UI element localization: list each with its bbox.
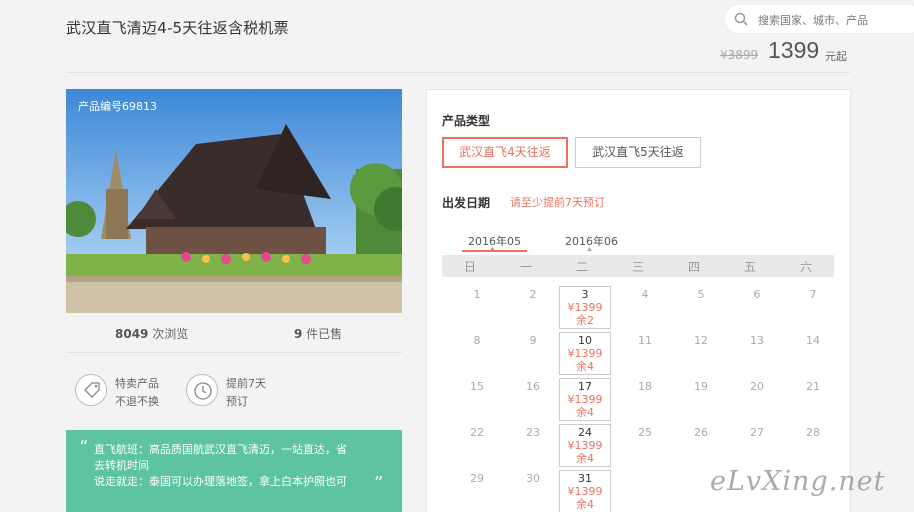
day-number: 24 — [578, 426, 592, 439]
highlights-box: “ 直飞航班：高品质国航武汉直飞清迈，一站直达，省 去转机时间 说走就走：泰国可… — [66, 430, 402, 512]
search-placeholder[interactable]: 搜索国家、城市、产品 — [758, 12, 868, 28]
weekday-thu: 四 — [687, 260, 700, 274]
calendar-day: 6 — [753, 288, 761, 301]
feature-advance-booking: 提前7天 预订 — [186, 374, 286, 408]
departure-date-label: 出发日期 — [442, 196, 491, 210]
day-price: ¥1399 — [567, 485, 603, 498]
divider — [66, 352, 402, 353]
day-price: ¥1399 — [567, 301, 603, 314]
calendar-day-available[interactable]: 10 ¥1399 余4 — [559, 332, 611, 375]
tag-icon — [75, 374, 107, 406]
caret-up-icon — [490, 247, 495, 251]
calendar-day: 30 — [526, 472, 540, 485]
day-remaining: 余4 — [576, 452, 594, 465]
views-label: 次浏览 — [148, 327, 189, 341]
feature-line1: 提前7天 — [226, 377, 266, 390]
divider — [66, 72, 850, 73]
calendar-day: 7 — [809, 288, 817, 301]
calendar-day: 27 — [750, 426, 764, 439]
calendar-day-available[interactable]: 24 ¥1399 余4 — [559, 424, 611, 467]
calendar-day-available[interactable]: 3 ¥1399 余2 — [559, 286, 611, 329]
tab-month-june[interactable]: 2016年06 — [565, 233, 618, 251]
caret-up-icon — [587, 247, 592, 251]
day-price: ¥1399 — [567, 393, 603, 406]
temple-image — [66, 89, 402, 313]
day-number: 17 — [578, 380, 592, 393]
feature-line1: 特卖产品 — [115, 377, 159, 390]
feature-special-sale: 特卖产品 不退不换 — [75, 374, 175, 408]
calendar-day: 23 — [526, 426, 540, 439]
calendar-day: 25 — [638, 426, 652, 439]
day-number: 31 — [578, 472, 592, 485]
highlight-line: 说走就走：泰国可以办理落地签，拿上白本护照也可 — [94, 475, 347, 488]
day-remaining: 余4 — [576, 498, 594, 511]
price-unit: 元起 — [825, 50, 847, 63]
calendar-day: 14 — [806, 334, 820, 347]
weekday-fri: 五 — [743, 260, 756, 274]
option-4-day[interactable]: 武汉直飞4天往返 — [442, 137, 568, 168]
product-type-label: 产品类型 — [442, 114, 491, 128]
page-title: 武汉直飞清迈4-5天往返含税机票 — [66, 19, 289, 37]
calendar-day: 5 — [697, 288, 705, 301]
weekday-tue: 二 — [575, 260, 588, 274]
highlight-line: 去转机时间 — [94, 459, 149, 472]
calendar-day: 19 — [694, 380, 708, 393]
day-remaining: 余4 — [576, 360, 594, 373]
calendar-day: 18 — [638, 380, 652, 393]
day-number: 10 — [578, 334, 592, 347]
close-quote-icon: ” — [374, 473, 384, 494]
weekday-sun: 日 — [463, 260, 476, 274]
calendar-day: 2 — [529, 288, 537, 301]
calendar-day: 22 — [470, 426, 484, 439]
option-5-day[interactable]: 武汉直飞5天往返 — [575, 137, 701, 168]
product-photo[interactable]: 产品编号69813 — [66, 89, 402, 313]
search-icon — [734, 12, 748, 26]
day-remaining: 余4 — [576, 406, 594, 419]
calendar-day: 9 — [529, 334, 537, 347]
day-price: ¥1399 — [567, 347, 603, 360]
sold-label: 件已售 — [302, 327, 343, 341]
calendar-day: 20 — [750, 380, 764, 393]
calendar-day: 29 — [470, 472, 484, 485]
calendar-day-available[interactable]: 17 ¥1399 余4 — [559, 378, 611, 421]
calendar-day: 16 — [526, 380, 540, 393]
clock-icon — [186, 374, 218, 406]
calendar-day: 26 — [694, 426, 708, 439]
weekday-sat: 六 — [799, 260, 812, 274]
calendar-day: 1 — [473, 288, 481, 301]
views-count: 8049 — [115, 327, 149, 341]
feature-line2: 不退不换 — [115, 395, 159, 408]
product-id: 产品编号69813 — [78, 100, 157, 113]
booking-hint: 请至少提前7天预订 — [510, 196, 605, 209]
calendar-day: 11 — [638, 334, 652, 347]
day-remaining: 余2 — [576, 314, 594, 327]
weekday-wed: 三 — [631, 260, 644, 274]
tab-month-may[interactable]: 2016年05 — [462, 233, 527, 252]
calendar-day: 12 — [694, 334, 708, 347]
calendar-day: 15 — [470, 380, 484, 393]
calendar-weekday-header: 日 一 二 三 四 五 六 — [442, 255, 834, 277]
watermark: eLvXing.net — [710, 466, 886, 497]
calendar-day: 4 — [641, 288, 649, 301]
calendar-day: 8 — [473, 334, 481, 347]
search-box[interactable]: 搜索国家、城市、产品 — [724, 4, 914, 34]
calendar-day: 13 — [750, 334, 764, 347]
views-stat: 8049 次浏览 — [115, 325, 188, 342]
current-price: 1399 — [768, 37, 820, 63]
sold-stat: 9 件已售 — [294, 325, 342, 342]
day-price: ¥1399 — [567, 439, 603, 452]
calendar-day-available[interactable]: 31 ¥1399 余4 — [559, 470, 611, 512]
highlight-line: 直飞航班：高品质国航武汉直飞清迈，一站直达，省 — [94, 443, 347, 456]
calendar-day: 21 — [806, 380, 820, 393]
weekday-mon: 一 — [519, 260, 532, 274]
feature-line2: 预订 — [226, 395, 248, 408]
day-number: 3 — [581, 288, 589, 301]
original-price: ¥3899 — [720, 48, 759, 62]
booking-panel: 产品类型 武汉直飞4天往返 武汉直飞5天往返 出发日期 请至少提前7天预订 20… — [426, 89, 851, 512]
open-quote-icon: “ — [79, 437, 89, 458]
calendar-day: 28 — [806, 426, 820, 439]
